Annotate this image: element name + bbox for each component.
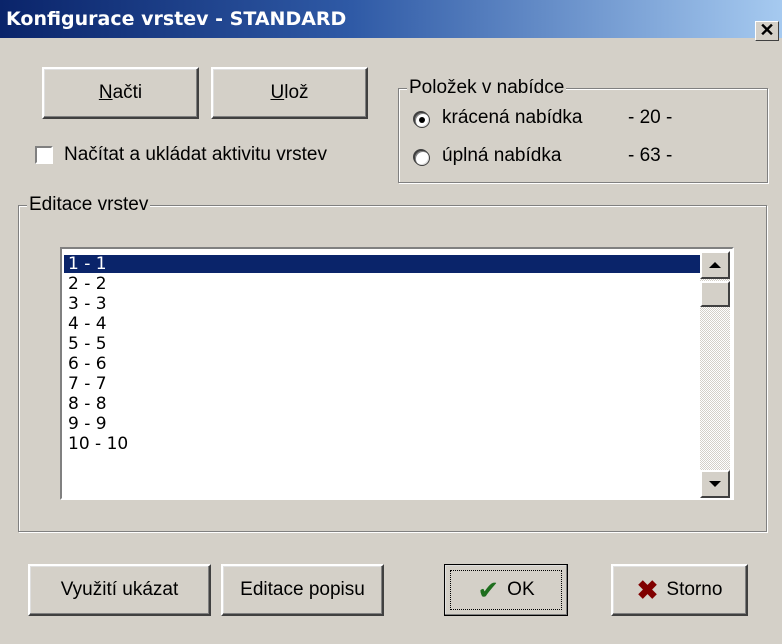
scroll-up-icon (709, 262, 721, 268)
load-button[interactable]: Načti (42, 67, 199, 119)
scroll-down-icon (709, 481, 721, 487)
menu-items-legend: Položek v nabídce (407, 77, 567, 99)
list-item[interactable]: 10 - 10 (64, 435, 700, 453)
scroll-up-button[interactable] (700, 251, 730, 279)
list-item[interactable]: 7 - 7 (64, 375, 700, 393)
cancel-label: Storno (666, 579, 723, 600)
edit-description-button[interactable]: Editace popisu (221, 564, 384, 616)
save-button[interactable]: Ulož (211, 67, 368, 119)
ok-button[interactable]: ✔ OK (444, 564, 568, 616)
close-icon: ✕ (759, 20, 775, 40)
list-item[interactable]: 5 - 5 (64, 335, 700, 353)
show-usage-label: Využití ukázat (60, 579, 179, 600)
load-accel: N (98, 82, 113, 103)
full-menu-radio[interactable] (414, 150, 430, 166)
list-item[interactable]: 8 - 8 (64, 395, 700, 413)
list-item[interactable]: 2 - 2 (64, 275, 700, 293)
short-menu-radio[interactable] (414, 112, 430, 128)
close-button[interactable]: ✕ (755, 21, 779, 41)
focus-rectangle (450, 570, 562, 610)
vertical-scrollbar[interactable] (700, 251, 730, 498)
layer-editing-legend: Editace vrstev (27, 194, 151, 216)
layer-listbox[interactable]: 1 - 1 2 - 2 3 - 3 4 - 4 5 - 5 6 - 6 7 - … (60, 247, 734, 500)
show-usage-button[interactable]: Využití ukázat (28, 564, 211, 616)
window-title: Konfigurace vrstev - STANDARD (6, 8, 347, 30)
cancel-button[interactable]: ✖ Storno (611, 564, 748, 616)
cross-icon: ✖ (636, 575, 659, 605)
full-menu-count: - 63 - (628, 145, 673, 166)
save-label: lož (284, 82, 309, 103)
scroll-down-button[interactable] (700, 470, 730, 498)
full-menu-label[interactable]: úplná nabídka (442, 145, 561, 167)
radio-selected-dot (419, 117, 425, 123)
edit-description-label: Editace popisu (240, 579, 365, 600)
list-item[interactable]: 9 - 9 (64, 415, 700, 433)
short-menu-label[interactable]: krácená nabídka (442, 107, 583, 129)
title-bar[interactable]: Konfigurace vrstev - STANDARD (0, 0, 782, 38)
list-item[interactable]: 3 - 3 (64, 295, 700, 313)
short-menu-count: - 20 - (628, 107, 673, 128)
save-accel: U (270, 82, 285, 103)
load-label: ačti (112, 82, 143, 103)
menu-items-group: Položek v nabídce (398, 77, 768, 183)
list-item[interactable]: 4 - 4 (64, 315, 700, 333)
scroll-thumb[interactable] (700, 281, 730, 307)
list-item[interactable]: 6 - 6 (64, 355, 700, 373)
load-save-activity-label[interactable]: Načítat a ukládat aktivitu vrstev (64, 144, 327, 166)
list-item[interactable]: 1 - 1 (64, 255, 700, 273)
load-save-activity-checkbox[interactable] (35, 146, 53, 164)
